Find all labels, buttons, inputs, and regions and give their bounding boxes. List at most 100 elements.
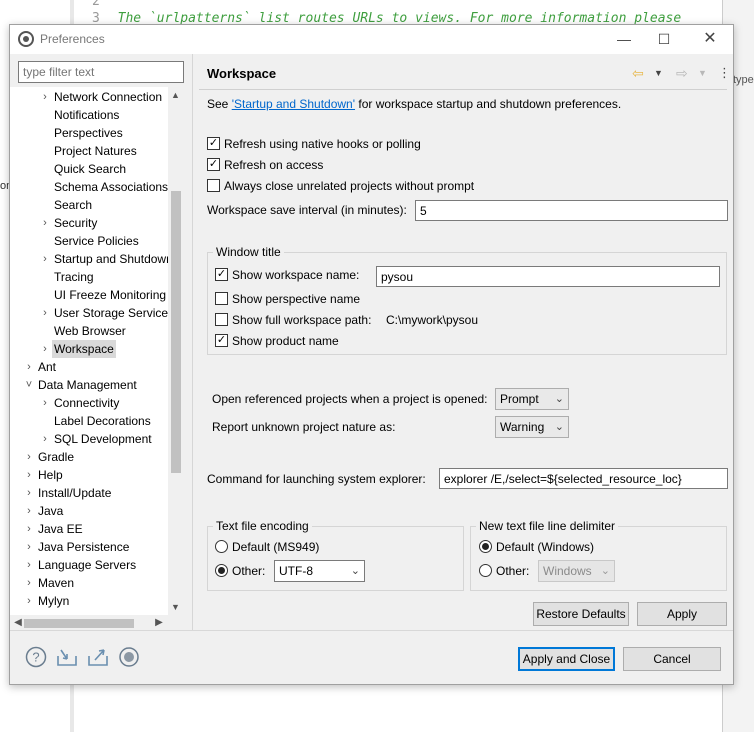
selected-value: Prompt bbox=[500, 392, 539, 406]
chevron-right-icon[interactable]: › bbox=[40, 394, 50, 412]
tree-item[interactable]: ˅ Data Management bbox=[10, 376, 170, 394]
chevron-down-icon: ⌄ bbox=[350, 565, 360, 577]
tree-item[interactable]: › Install/Update bbox=[10, 484, 170, 502]
minimize-icon[interactable]: — bbox=[610, 29, 638, 49]
preferences-dialog: Preferences — ☐ ✕ › Network Connection Not… bbox=[9, 24, 734, 685]
tree-item[interactable]: › Help bbox=[10, 466, 170, 484]
radio[interactable] bbox=[215, 564, 228, 577]
tree-item[interactable]: › Ant bbox=[10, 358, 170, 376]
scroll-right-icon[interactable]: ▶ bbox=[151, 615, 167, 631]
checkbox[interactable]: ✓ bbox=[215, 334, 228, 347]
checkbox[interactable]: ✓ bbox=[207, 158, 220, 171]
tree-item-label: Workspace bbox=[52, 340, 116, 358]
pane-divider[interactable] bbox=[192, 54, 193, 631]
apply-and-close-button[interactable]: Apply and Close bbox=[518, 647, 615, 671]
chevron-right-icon[interactable]: › bbox=[40, 304, 50, 322]
scroll-down-icon[interactable]: ▼ bbox=[168, 599, 183, 615]
tree-item[interactable]: UI Freeze Monitoring bbox=[10, 286, 170, 304]
radio[interactable] bbox=[479, 564, 492, 577]
tree-item[interactable]: › User Storage Service bbox=[10, 304, 170, 322]
apply-button[interactable]: Apply bbox=[637, 602, 727, 626]
chevron-right-icon[interactable]: › bbox=[24, 574, 34, 592]
checkbox[interactable]: ✓ bbox=[207, 137, 220, 150]
chevron-right-icon[interactable]: › bbox=[24, 556, 34, 574]
view-menu-icon[interactable]: ⋮ bbox=[718, 63, 731, 83]
tree-item[interactable]: › Java EE bbox=[10, 520, 170, 538]
radio[interactable] bbox=[215, 540, 228, 553]
tree-item[interactable]: Notifications bbox=[10, 106, 170, 124]
tree-item[interactable]: › Connectivity bbox=[10, 394, 170, 412]
tree-item-label: Network Connection bbox=[54, 90, 163, 104]
chevron-right-icon[interactable]: › bbox=[40, 214, 50, 232]
save-interval-field[interactable] bbox=[415, 200, 728, 221]
checkbox[interactable] bbox=[215, 292, 228, 305]
tree-item[interactable]: Project Natures bbox=[10, 142, 170, 160]
filter-input[interactable] bbox=[18, 61, 184, 83]
tree-item[interactable]: Tracing bbox=[10, 268, 170, 286]
tree-item[interactable]: Service Policies bbox=[10, 232, 170, 250]
tree-item[interactable]: › Workspace bbox=[10, 340, 170, 358]
chevron-right-icon[interactable]: › bbox=[24, 538, 34, 556]
chevron-right-icon[interactable]: › bbox=[40, 340, 50, 358]
tree-item[interactable]: › Java Persistence bbox=[10, 538, 170, 556]
export-icon[interactable] bbox=[87, 646, 109, 668]
forward-menu-chevron-down-icon[interactable]: ▼ bbox=[698, 63, 707, 83]
forward-arrow-icon[interactable]: ⇨ bbox=[676, 63, 688, 83]
chevron-right-icon[interactable]: › bbox=[24, 448, 34, 466]
radio-label: Other: bbox=[496, 564, 530, 578]
import-icon[interactable] bbox=[56, 646, 78, 668]
tree-item-label: Gradle bbox=[38, 450, 75, 464]
scroll-up-icon[interactable]: ▲ bbox=[168, 87, 183, 103]
tree-item[interactable]: › Startup and Shutdown bbox=[10, 250, 173, 268]
restore-defaults-button[interactable]: Restore Defaults bbox=[533, 602, 629, 626]
tree-item[interactable]: Web Browser bbox=[10, 322, 170, 340]
tree-item[interactable]: Quick Search bbox=[10, 160, 170, 178]
tree-item[interactable]: Schema Associations bbox=[10, 178, 170, 196]
title-bar[interactable]: Preferences — ☐ ✕ bbox=[10, 25, 733, 54]
cancel-button[interactable]: Cancel bbox=[623, 647, 721, 671]
workspace-name-field[interactable] bbox=[376, 266, 720, 287]
maximize-icon[interactable]: ☐ bbox=[650, 29, 678, 49]
checkbox[interactable]: ✓ bbox=[215, 268, 228, 281]
scroll-thumb[interactable] bbox=[171, 191, 181, 473]
radio-label: Default (MS949) bbox=[232, 540, 320, 554]
scroll-thumb[interactable] bbox=[24, 619, 134, 628]
encoding-select[interactable]: UTF-8 ⌄ bbox=[274, 560, 365, 582]
open-referenced-select[interactable]: Prompt ⌄ bbox=[495, 388, 569, 410]
tree-vertical-scrollbar[interactable]: ▲ ▼ bbox=[168, 87, 183, 615]
tree-item[interactable]: › Security bbox=[10, 214, 170, 232]
record-icon[interactable] bbox=[118, 646, 140, 668]
tree-item[interactable]: Label Decorations bbox=[10, 412, 170, 430]
command-field[interactable] bbox=[439, 468, 728, 489]
radio[interactable] bbox=[479, 540, 492, 553]
back-menu-chevron-down-icon[interactable]: ▼ bbox=[654, 63, 663, 83]
tree-horizontal-scrollbar[interactable]: ◀ ▶ bbox=[10, 615, 183, 631]
chevron-right-icon[interactable]: › bbox=[40, 250, 50, 268]
checkbox[interactable] bbox=[207, 179, 220, 192]
report-unknown-select[interactable]: Warning ⌄ bbox=[495, 416, 569, 438]
back-arrow-icon[interactable]: ⇦ bbox=[632, 63, 644, 83]
chevron-right-icon[interactable]: › bbox=[24, 358, 34, 376]
tree-item-label: Ant bbox=[38, 360, 57, 374]
tree-item[interactable]: › Maven bbox=[10, 574, 170, 592]
chevron-right-icon[interactable]: › bbox=[24, 484, 34, 502]
chevron-right-icon[interactable]: › bbox=[24, 466, 34, 484]
tree-item[interactable]: Perspectives bbox=[10, 124, 170, 142]
chevron-right-icon[interactable]: › bbox=[40, 88, 50, 106]
checkbox[interactable] bbox=[215, 313, 228, 326]
startup-shutdown-link[interactable]: 'Startup and Shutdown' bbox=[232, 97, 355, 111]
tree-item[interactable]: › Network Connection bbox=[10, 88, 170, 106]
chevron-right-icon[interactable]: › bbox=[40, 430, 50, 448]
chevron-down-icon[interactable]: ˅ bbox=[24, 376, 34, 394]
tree-item[interactable]: › SQL Development bbox=[10, 430, 170, 448]
tree-item[interactable]: › Gradle bbox=[10, 448, 170, 466]
chevron-right-icon[interactable]: › bbox=[24, 520, 34, 538]
chevron-right-icon[interactable]: › bbox=[24, 592, 34, 610]
tree-item[interactable]: Search bbox=[10, 196, 170, 214]
tree-item[interactable]: › Language Servers bbox=[10, 556, 170, 574]
tree-item[interactable]: › Mylyn bbox=[10, 592, 170, 610]
chevron-right-icon[interactable]: › bbox=[24, 502, 34, 520]
help-icon[interactable]: ? bbox=[25, 646, 47, 668]
tree-item[interactable]: › Java bbox=[10, 502, 170, 520]
close-icon[interactable]: ✕ bbox=[696, 29, 724, 49]
